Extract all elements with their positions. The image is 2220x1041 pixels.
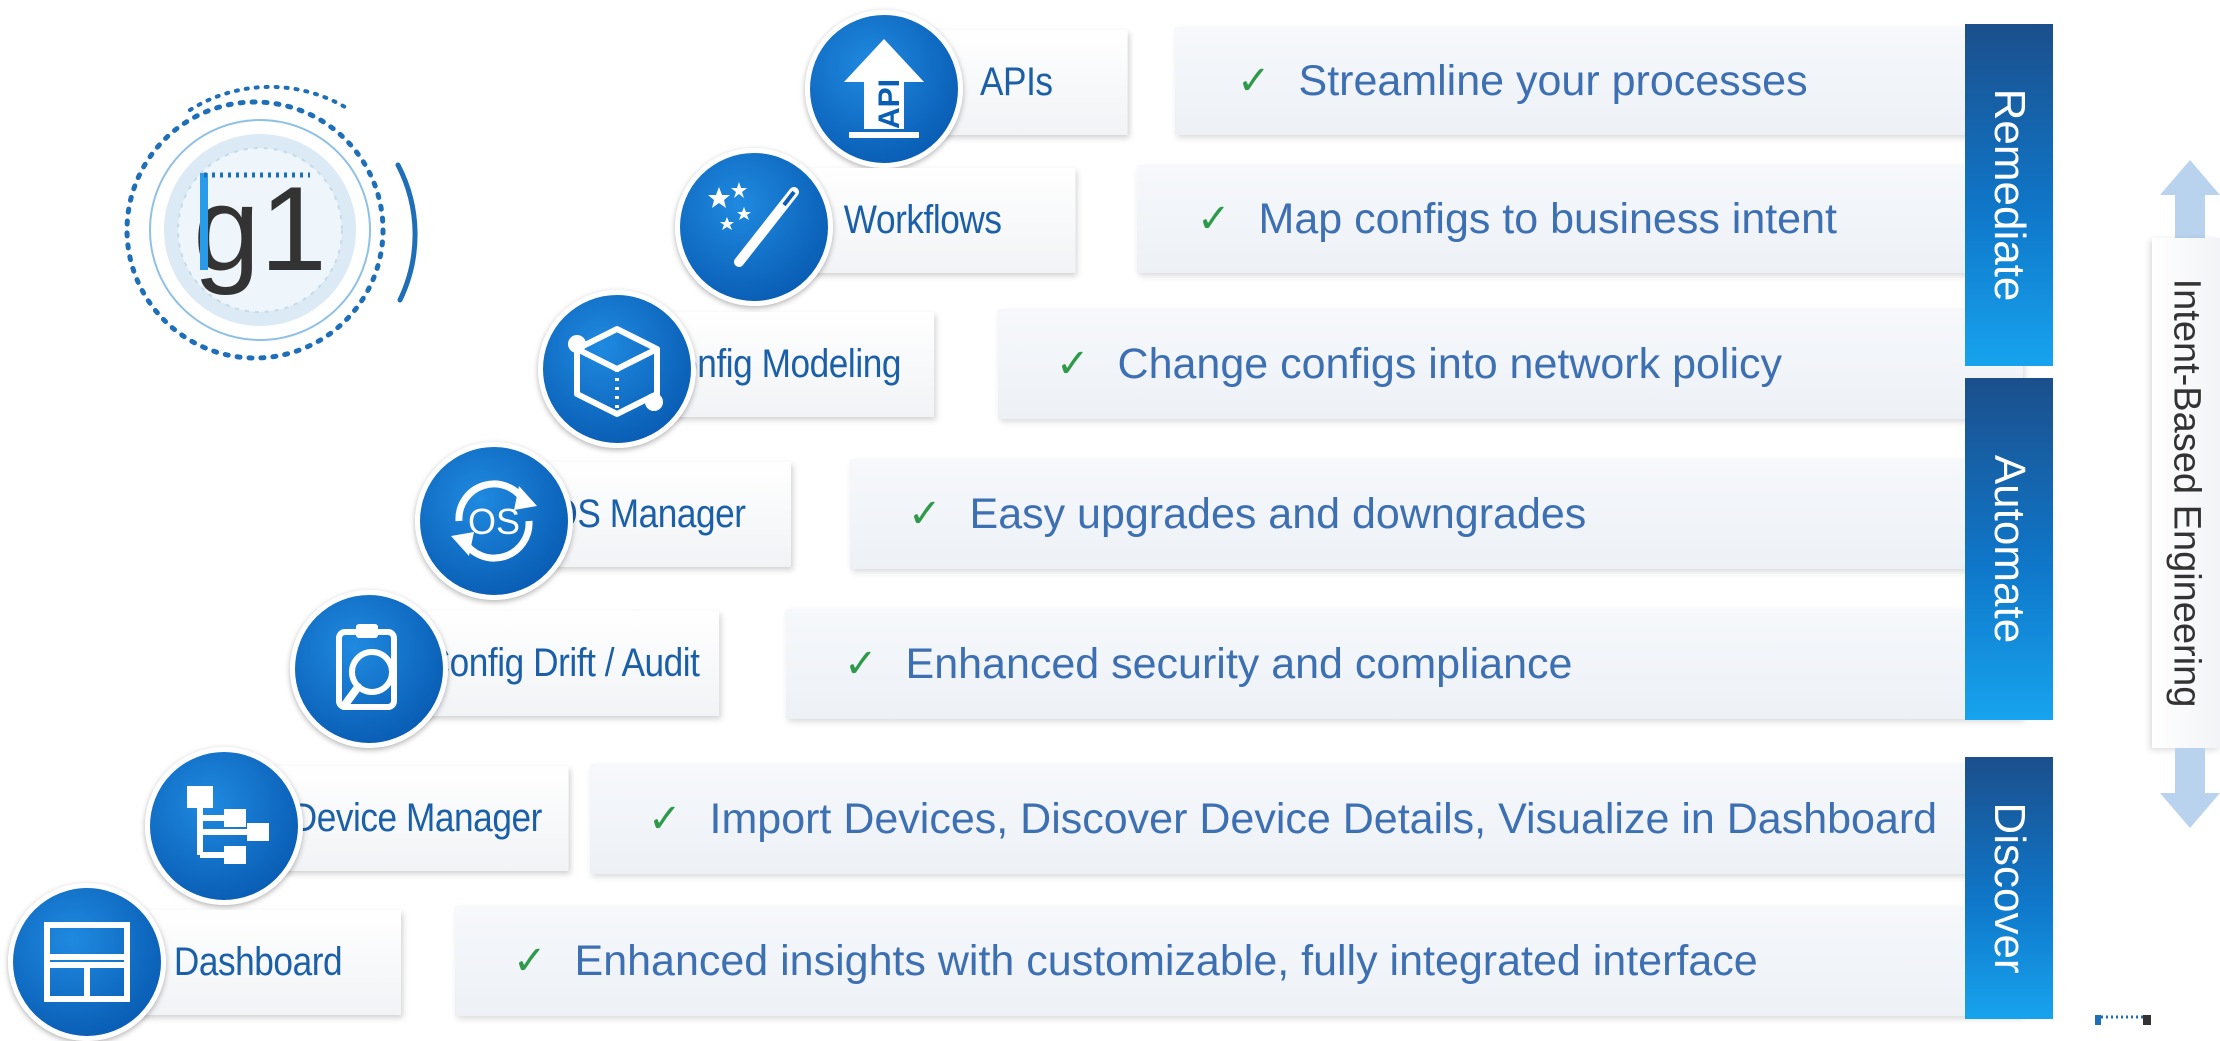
row-label: Workflows (843, 198, 1002, 242)
row-label: Dashboard (173, 940, 343, 984)
g1-logo: g1 (100, 70, 430, 390)
arrow-up-icon (2160, 160, 2220, 240)
row-description: Enhanced insights with customizable, ful… (574, 936, 1758, 985)
logo-text: g1 (193, 162, 326, 296)
row-description: Change configs into network policy (1117, 339, 1782, 388)
svg-text:OS: OS (468, 501, 520, 542)
row-label: Device Manager (291, 796, 543, 840)
api-upload-icon: API (805, 10, 963, 168)
row-description: Easy upgrades and downgrades (969, 489, 1587, 538)
clipboard-search-icon (290, 590, 448, 748)
phase-remediate: Remediate (1965, 24, 2053, 366)
side-label-text: Intent-Based Engineering (2165, 278, 2208, 708)
dashboard-layout-icon (8, 883, 166, 1041)
arrow-down-icon (2160, 748, 2220, 828)
row-description: Streamline your processes (1298, 56, 1808, 105)
row-description-box: ✓ Enhanced insights with customizable, f… (455, 906, 2023, 1016)
row-label: OS Manager (550, 492, 746, 536)
corner-logo-mark (2095, 1012, 2155, 1025)
phase-automate: Automate (1965, 378, 2053, 720)
svg-text:API: API (873, 79, 906, 129)
row-description-box: ✓ Import Devices, Discover Device Detail… (590, 764, 2023, 874)
row-label: Config Drift / Audit (424, 641, 700, 685)
row-description-box: ✓ Enhanced security and compliance (786, 609, 2023, 719)
phase-label: Automate (1985, 454, 2034, 644)
phase-label: Discover (1985, 802, 2034, 974)
phase-label: Remediate (1985, 88, 2034, 302)
row-description: Enhanced security and compliance (905, 639, 1573, 688)
hierarchy-icon (145, 747, 303, 905)
check-icon: ✓ (513, 939, 547, 983)
check-icon: ✓ (1197, 197, 1231, 241)
row-description: Map configs to business intent (1258, 194, 1837, 243)
check-icon: ✓ (844, 642, 878, 686)
check-icon: ✓ (908, 492, 942, 536)
row-label-box: Config Drift / Audit (405, 611, 720, 716)
row-description-box: ✓ Easy upgrades and downgrades (850, 459, 2023, 569)
os-cycle-icon: OS (415, 442, 573, 600)
row-description-box: ✓ Change configs into network policy (998, 309, 2023, 419)
intent-based-engineering-label: Intent-Based Engineering (2152, 238, 2220, 748)
row-label-box: Device Manager (265, 766, 569, 871)
check-icon: ✓ (648, 797, 682, 841)
check-icon: ✓ (1056, 342, 1090, 386)
check-icon: ✓ (1237, 59, 1271, 103)
magic-wand-icon (675, 148, 833, 306)
row-description-box: ✓ Streamline your processes (1175, 27, 2027, 135)
row-label: APIs (980, 60, 1053, 104)
row-description-box: ✓ Map configs to business intent (1137, 165, 2025, 273)
row-description: Import Devices, Discover Device Details,… (709, 794, 1938, 843)
cube-model-icon (538, 290, 696, 448)
phase-discover: Discover (1965, 757, 2053, 1019)
